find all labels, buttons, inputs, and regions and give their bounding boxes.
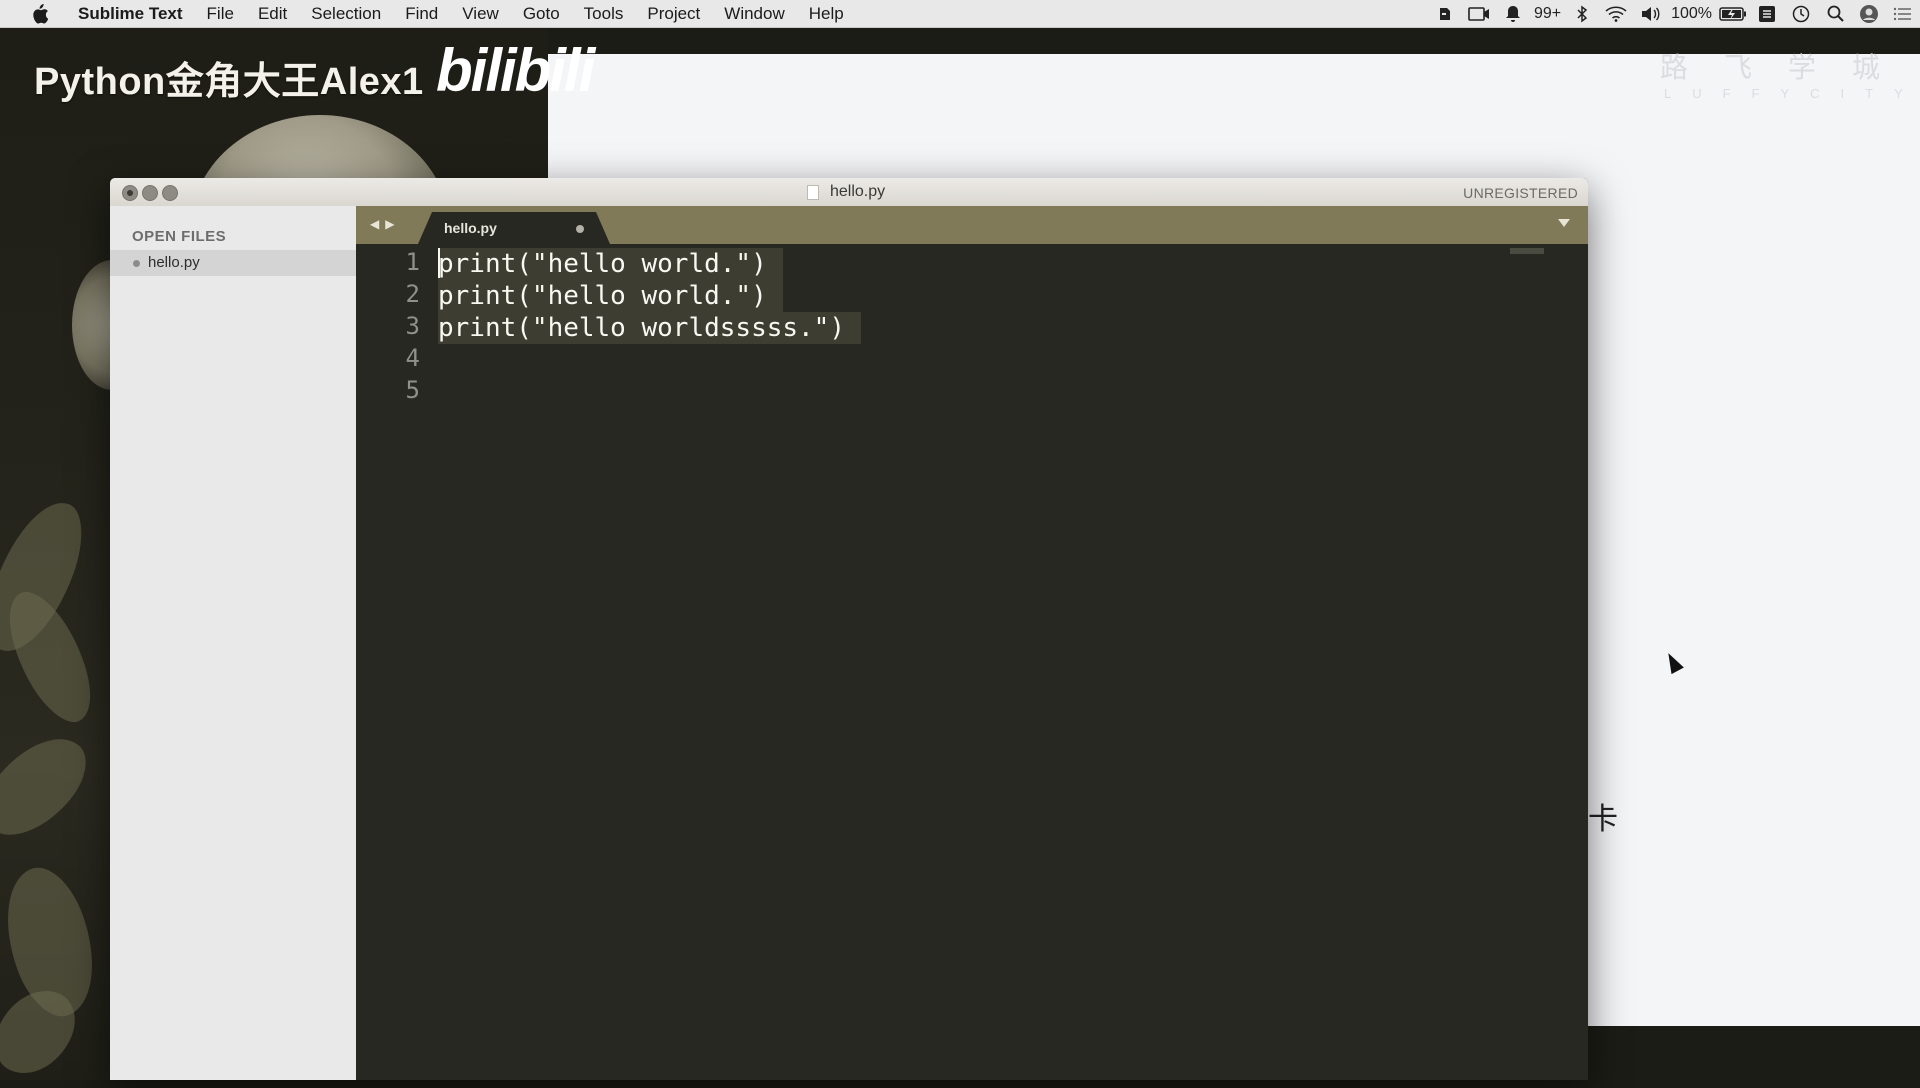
tab-dropdown-icon[interactable]	[1558, 219, 1570, 227]
tab-bar: ◀▶ hello.py	[356, 206, 1588, 244]
menu-selection[interactable]: Selection	[299, 0, 393, 27]
luffy-logo-en: LUFFYCITY	[1664, 86, 1920, 101]
code-line[interactable]: print("hello world.")	[438, 280, 783, 312]
dirty-dot-icon	[133, 260, 140, 267]
luffy-logo-cn: 路飞学城	[1660, 52, 1917, 83]
notification-count: 99+	[1533, 4, 1562, 22]
menu-goto[interactable]: Goto	[511, 0, 572, 27]
code-editor[interactable]: 1 2 3 4 5 print("hello world.") print("h…	[356, 244, 1588, 1080]
sidebar-item-hello-py[interactable]: hello.py	[110, 250, 356, 276]
menu-edit[interactable]: Edit	[246, 0, 299, 27]
spotlight-search-icon[interactable]	[1818, 0, 1852, 27]
sublime-status-icon[interactable]	[1750, 0, 1784, 27]
sublime-window: hello.py UNREGISTERED OPEN FILES hello.p…	[110, 178, 1588, 1080]
window-close-button[interactable]	[122, 185, 138, 201]
menu-project[interactable]: Project	[635, 0, 712, 27]
bilibili-logo: bilibili	[436, 37, 595, 104]
menu-app-name[interactable]: Sublime Text	[72, 0, 195, 27]
window-titlebar[interactable]: hello.py UNREGISTERED	[110, 178, 1588, 207]
file-icon	[807, 185, 819, 200]
menu-find[interactable]: Find	[393, 0, 450, 27]
menu-window[interactable]: Window	[712, 0, 796, 27]
line-number: 1	[405, 248, 420, 276]
notification-center-icon[interactable]	[1886, 0, 1920, 27]
user-avatar-icon[interactable]	[1852, 0, 1886, 27]
window-maximize-button[interactable]	[162, 185, 178, 201]
watermark-title: Python金角大王Alex1	[34, 61, 424, 103]
leaf-shape	[0, 718, 101, 856]
menubar: Sublime Text File Edit Selection Find Vi…	[0, 0, 1920, 28]
code-line[interactable]: print("hello worldsssss.")	[438, 312, 861, 344]
battery-icon[interactable]	[1716, 0, 1750, 27]
background-char: 卡	[1588, 803, 1618, 836]
line-number: 5	[405, 376, 420, 404]
code-line[interactable]: print("hello world.")	[438, 248, 783, 280]
screen-record-icon[interactable]	[1462, 0, 1496, 27]
line-number: 2	[405, 280, 420, 308]
time-machine-icon[interactable]	[1784, 0, 1818, 27]
tab-dirty-dot-icon[interactable]	[576, 225, 584, 233]
window-minimize-button[interactable]	[142, 185, 158, 201]
text-cursor	[438, 248, 440, 278]
menu-tools[interactable]: Tools	[572, 0, 636, 27]
menu-view[interactable]: View	[450, 0, 511, 27]
apple-icon[interactable]	[26, 1, 52, 27]
line-number: 4	[405, 344, 420, 372]
status-area: 99+ 100%	[1428, 0, 1920, 27]
tab-hello-py[interactable]: hello.py	[418, 212, 610, 244]
minimap[interactable]	[1510, 248, 1544, 254]
bell-icon[interactable]	[1496, 0, 1530, 27]
unregistered-label: UNREGISTERED	[1463, 185, 1578, 201]
menu-file[interactable]: File	[195, 0, 246, 27]
tab-nav-arrows-icon[interactable]: ◀▶	[370, 217, 400, 231]
bluetooth-icon[interactable]	[1565, 0, 1599, 27]
tab-label: hello.py	[444, 220, 497, 236]
volume-icon[interactable]	[1633, 0, 1667, 27]
sidebar: OPEN FILES hello.py	[110, 206, 357, 1080]
battery-percent: 100%	[1671, 4, 1712, 22]
window-title: hello.py	[830, 183, 886, 200]
menu-help[interactable]: Help	[797, 0, 856, 27]
sidebar-item-label: hello.py	[148, 254, 200, 271]
sidebar-header: OPEN FILES	[132, 228, 227, 245]
line-number: 3	[405, 312, 420, 340]
wifi-icon[interactable]	[1599, 0, 1633, 27]
evernote-icon[interactable]	[1428, 0, 1462, 27]
